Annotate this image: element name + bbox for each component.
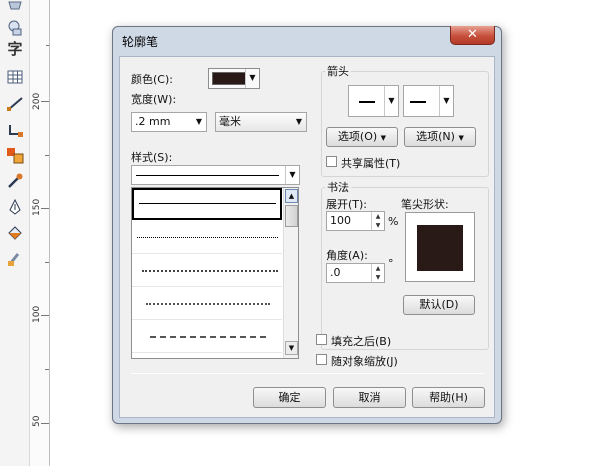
share-attributes-label: 共享属性(T) <box>341 157 401 170</box>
text-tool-icon[interactable]: 字 <box>6 40 24 58</box>
chevron-down-icon: ▼ <box>245 69 259 88</box>
start-arrow-options-button[interactable]: 选项(O) ▼ <box>326 127 398 147</box>
angle-spin-up[interactable]: ▲ <box>371 264 384 273</box>
unit-value: 毫米 <box>219 115 241 128</box>
stretch-input[interactable]: 100 ▲ ▼ <box>326 211 385 231</box>
nib-shape-preview[interactable] <box>405 212 475 282</box>
stretch-label: 展开(T): <box>326 198 368 211</box>
width-value: .2 mm <box>135 115 171 128</box>
style-select[interactable]: ▼ <box>131 165 300 185</box>
ruler-label: 150 <box>32 198 42 216</box>
stretch-unit: % <box>388 215 399 228</box>
scroll-down-button[interactable]: ▼ <box>285 341 298 355</box>
style-list-scrollbar[interactable]: ▲ ▼ <box>283 188 298 358</box>
style-label: 样式(S): <box>131 151 173 164</box>
chevron-down-icon: ▼ <box>195 117 203 126</box>
color-label: 颜色(C): <box>131 73 173 86</box>
ruler-label: 50 <box>32 415 42 427</box>
nib-shape <box>417 225 463 271</box>
cancel-button[interactable]: 取消 <box>333 387 406 408</box>
style-option-dotted-fine[interactable] <box>132 221 282 254</box>
stretch-spin-up[interactable]: ▲ <box>371 212 384 221</box>
dialog-client-area: 颜色(C): ▼ 宽度(W): .2 mm ▼ 毫米 ▼ 样式(S): ▼ ▲ … <box>119 56 495 418</box>
width-select[interactable]: .2 mm ▼ <box>131 112 207 132</box>
ruler-label: 100 <box>32 305 42 323</box>
chevron-down-icon: ▼ <box>439 86 453 116</box>
share-attributes-checkbox[interactable] <box>326 156 337 167</box>
close-button[interactable]: ✕ <box>450 26 495 45</box>
ok-button[interactable]: 确定 <box>253 387 326 408</box>
interactive-fill-tool-icon[interactable] <box>6 250 24 268</box>
blend-tool-icon[interactable] <box>6 146 24 164</box>
connector-tool-icon[interactable] <box>6 121 24 139</box>
style-option-dotted[interactable] <box>132 254 282 287</box>
angle-input[interactable]: .0 ▲ ▼ <box>326 263 385 283</box>
end-arrow-select[interactable]: ▼ <box>403 85 454 117</box>
behind-fill-checkbox[interactable] <box>316 334 327 345</box>
default-nib-button[interactable]: 默认(D) <box>403 295 475 315</box>
style-list[interactable]: ▲ ▼ <box>131 187 299 359</box>
vertical-ruler: 200 150 100 50 <box>30 0 50 466</box>
angle-unit: ° <box>388 257 394 270</box>
chevron-down-icon: ▼ <box>384 86 398 116</box>
table-tool-icon[interactable] <box>6 68 24 86</box>
angle-spin-down[interactable]: ▼ <box>371 273 384 282</box>
unit-select[interactable]: 毫米 ▼ <box>215 112 307 132</box>
end-arrow-options-button[interactable]: 选项(N) ▼ <box>404 127 476 147</box>
dialog-title: 轮廓笔 <box>122 35 159 49</box>
style-option-sparse-dots[interactable] <box>132 287 282 320</box>
start-arrow-select[interactable]: ▼ <box>348 85 399 117</box>
dimension-tool-icon[interactable] <box>6 95 24 113</box>
eyedropper-tool-icon[interactable] <box>6 172 24 190</box>
style-option-wide-dots[interactable] <box>132 320 282 353</box>
stretch-spin-down[interactable]: ▼ <box>371 221 384 230</box>
scale-with-object-checkbox[interactable] <box>316 354 327 365</box>
shape-tool-icon[interactable] <box>6 0 24 18</box>
angle-label: 角度(A): <box>326 249 368 262</box>
arrows-group-label: 箭头 <box>325 63 351 79</box>
outline-pen-dialog: 轮廓笔 ✕ 颜色(C): ▼ 宽度(W): .2 mm ▼ 毫米 ▼ 样式(S)… <box>112 26 502 424</box>
fill-tool-icon[interactable] <box>6 224 24 242</box>
nib-shape-label: 笔尖形状: <box>401 198 449 211</box>
scroll-up-button[interactable]: ▲ <box>285 189 298 203</box>
separator <box>131 373 484 374</box>
behind-fill-label: 填充之后(B) <box>331 335 392 348</box>
calligraphy-group-label: 书法 <box>325 179 351 195</box>
scroll-thumb[interactable] <box>285 205 298 227</box>
help-button[interactable]: 帮助(H) <box>412 387 485 408</box>
toolbox: 字 <box>0 0 30 466</box>
ruler-label: 200 <box>32 92 42 110</box>
shape-tool-icon[interactable] <box>6 19 24 37</box>
scale-with-object-label: 随对象缩放(J) <box>331 355 398 368</box>
chevron-down-icon: ▼ <box>295 117 303 126</box>
chevron-down-icon: ▼ <box>285 166 299 184</box>
color-swatch <box>212 72 246 85</box>
style-option-solid[interactable] <box>132 188 282 220</box>
color-picker-button[interactable]: ▼ <box>208 68 260 89</box>
outline-pen-tool-icon[interactable] <box>6 198 24 216</box>
width-label: 宽度(W): <box>131 93 177 106</box>
style-option-dashed[interactable] <box>132 353 282 358</box>
